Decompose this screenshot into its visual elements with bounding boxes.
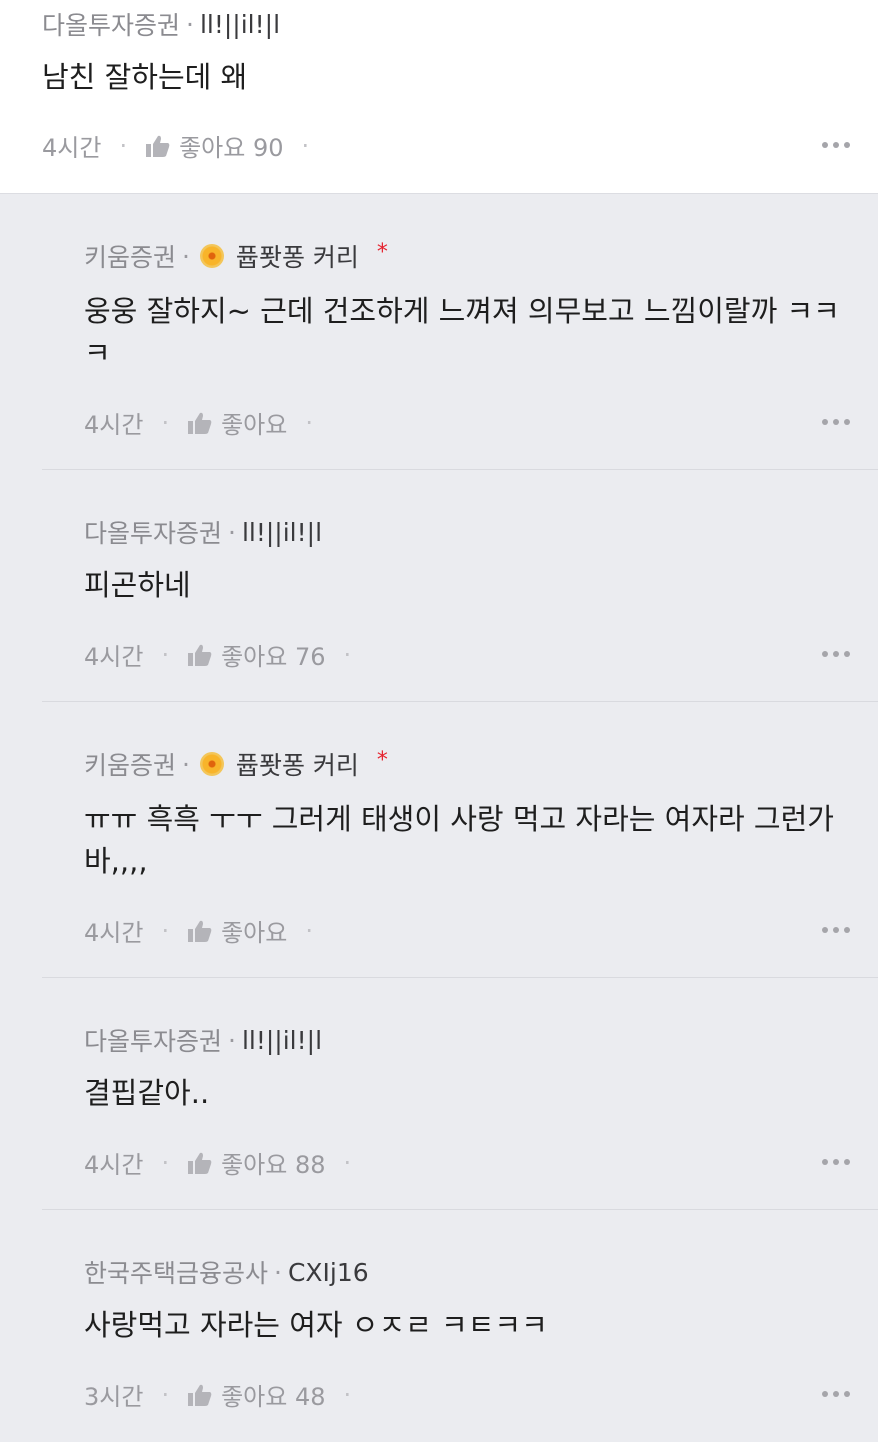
star-badge: * [376, 747, 388, 773]
reply-item: 키움증권 · 퓹퐛퐁 커리 * ㅠㅠ 흑흑 ㅜㅜ 그러게 태생이 사랑 먹고 자… [0, 702, 878, 978]
comment-actions: 4시간 · 좋아요 76 · [84, 637, 369, 672]
thumbs-up-icon [188, 1384, 212, 1406]
nickname[interactable]: ll!||il!|l [242, 1026, 322, 1055]
comment-actions: 4시간 · 좋아요 88 · [84, 1145, 369, 1180]
comment-actions: 4시간 · 좋아요 · [84, 405, 331, 440]
timestamp: 4시간 [84, 643, 144, 671]
like-button[interactable]: 좋아요 [187, 913, 287, 948]
dot-separator: · [161, 408, 170, 437]
comment-text: 웅웅 잘하지~ 근데 건조하게 느껴져 의무보고 느낌이랄까 ㅋㅋ ㅋ [84, 294, 840, 370]
medal-icon [199, 244, 224, 268]
reply-item: 다올투자증권 · ll!||il!|l 피곤하네 4시간 · 좋아요 76 · [0, 470, 878, 702]
like-label: 좋아요 [221, 411, 288, 439]
more-options-button[interactable] [822, 142, 850, 148]
nickname[interactable]: ll!||il!|l [242, 518, 322, 547]
comment-meta: 한국주택금융공사 · CXIj16 [84, 1254, 369, 1290]
like-label: 좋아요 90 [179, 134, 284, 162]
like-label: 좋아요 [221, 919, 288, 947]
nickname[interactable]: 퓹퐛퐁 커리 [236, 746, 359, 782]
like-button[interactable]: 좋아요 48 [187, 1377, 326, 1412]
timestamp: 4시간 [84, 411, 144, 439]
comment-meta: 키움증권 · 퓹퐛퐁 커리 * [84, 746, 388, 782]
dot-separator: · [119, 131, 128, 160]
timestamp: 3시간 [84, 1383, 144, 1411]
nickname[interactable]: CXIj16 [288, 1258, 369, 1287]
reply-item: 키움증권 · 퓹퐛퐁 커리 * 웅웅 잘하지~ 근데 건조하게 느껴져 의무보고… [0, 194, 878, 470]
comment-actions: 4시간 · 좋아요 · [84, 913, 331, 948]
more-options-button[interactable] [822, 651, 850, 657]
comment-text: 사랑먹고 자라는 여자 ㅇㅈㄹ ㅋㅌㅋㅋ [84, 1308, 548, 1342]
like-button[interactable]: 좋아요 90 [145, 128, 284, 163]
meta-separator: · [182, 241, 190, 271]
like-button[interactable]: 좋아요 76 [187, 637, 326, 672]
more-options-button[interactable] [822, 927, 850, 933]
company-name[interactable]: 다올투자증권 [42, 6, 180, 42]
meta-separator: · [274, 1257, 282, 1287]
comment-text: 피곤하네 [84, 568, 191, 602]
like-label: 좋아요 48 [221, 1383, 326, 1411]
comment-meta: 다올투자증권 · ll!||il!|l [84, 1022, 322, 1058]
dot-separator: · [161, 1148, 170, 1177]
dot-separator: · [161, 916, 170, 945]
like-button[interactable]: 좋아요 [187, 405, 287, 440]
company-name[interactable]: 다올투자증권 [84, 1022, 222, 1058]
company-name[interactable]: 키움증권 [84, 746, 176, 782]
comment-meta: 키움증권 · 퓹퐛퐁 커리 * [84, 238, 388, 274]
like-label: 좋아요 88 [221, 1151, 326, 1179]
more-options-button[interactable] [822, 1391, 850, 1397]
star-badge: * [376, 239, 388, 265]
dot-separator: · [301, 131, 310, 160]
more-options-button[interactable] [822, 419, 850, 425]
nickname[interactable]: 퓹퐛퐁 커리 [236, 238, 359, 274]
comment-text: ㅠㅠ 흑흑 ㅜㅜ 그러게 태생이 사랑 먹고 자라는 여자라 그런가 바,,,, [84, 802, 834, 878]
dot-separator: · [343, 1148, 352, 1177]
meta-separator: · [228, 517, 236, 547]
company-name[interactable]: 키움증권 [84, 238, 176, 274]
meta-separator: · [182, 749, 190, 779]
comment-text: 남친 잘하는데 왜 [42, 60, 248, 94]
top-comment: 다올투자증권 · ll!||il!|l 남친 잘하는데 왜 4시간 · 좋아요 … [0, 0, 878, 194]
dot-separator: · [305, 408, 313, 437]
comment-meta: 다올투자증권 · ll!||il!|l [42, 6, 280, 42]
meta-separator: · [186, 9, 194, 39]
thumbs-up-icon [188, 920, 212, 942]
comment-text: 결핍같아.. [84, 1076, 210, 1110]
meta-separator: · [228, 1025, 236, 1055]
comment-meta: 다올투자증권 · ll!||il!|l [84, 514, 322, 550]
like-button[interactable]: 좋아요 88 [187, 1145, 326, 1180]
dot-separator: · [161, 1380, 170, 1409]
timestamp: 4시간 [42, 134, 102, 162]
company-name[interactable]: 다올투자증권 [84, 514, 222, 550]
dot-separator: · [161, 640, 170, 669]
reply-item: 다올투자증권 · ll!||il!|l 결핍같아.. 4시간 · 좋아요 88 … [0, 978, 878, 1210]
thumbs-up-icon [188, 1152, 212, 1174]
medal-icon [199, 752, 224, 776]
thumbs-up-icon [188, 644, 212, 666]
dot-separator: · [305, 916, 313, 945]
dot-separator: · [343, 1380, 352, 1409]
reply-item: 한국주택금융공사 · CXIj16 사랑먹고 자라는 여자 ㅇㅈㄹ ㅋㅌㅋㅋ 3… [0, 1210, 878, 1442]
comment-actions: 4시간 · 좋아요 90 · [42, 128, 327, 163]
like-label: 좋아요 76 [221, 643, 326, 671]
comment-actions: 3시간 · 좋아요 48 · [84, 1377, 369, 1412]
thumbs-up-icon [146, 135, 170, 157]
nickname[interactable]: ll!||il!|l [200, 10, 280, 39]
timestamp: 4시간 [84, 919, 144, 947]
thumbs-up-icon [188, 412, 212, 434]
company-name[interactable]: 한국주택금융공사 [84, 1254, 268, 1290]
dot-separator: · [343, 640, 352, 669]
more-options-button[interactable] [822, 1159, 850, 1165]
timestamp: 4시간 [84, 1151, 144, 1179]
